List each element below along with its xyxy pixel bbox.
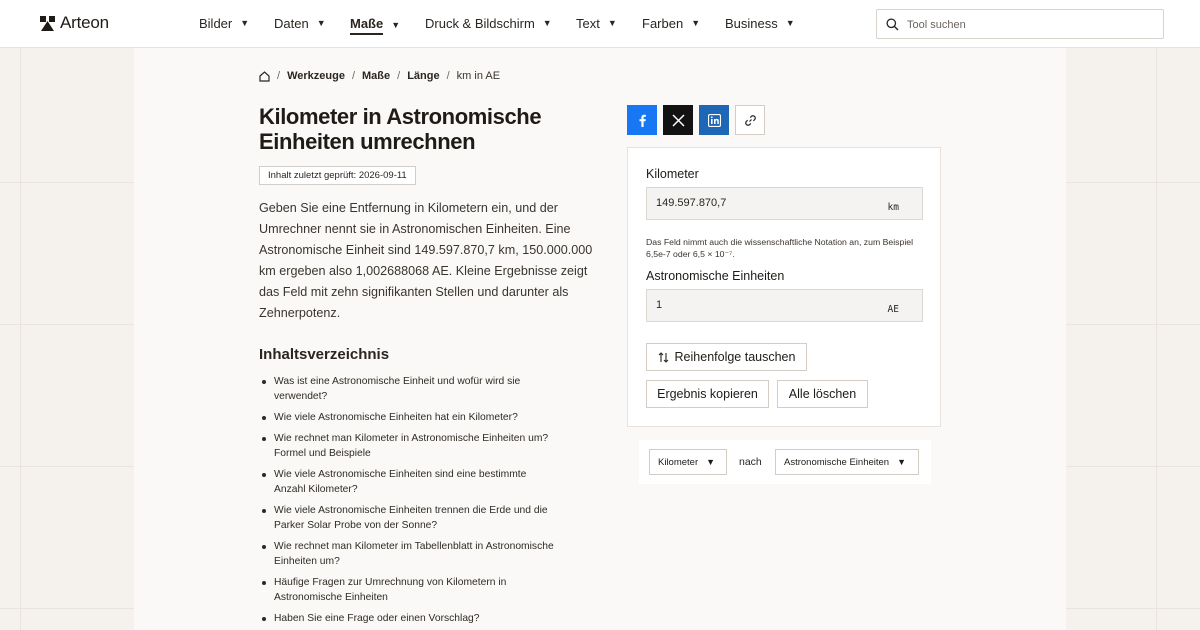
breadcrumb-masse[interactable]: Maße: [362, 70, 390, 82]
to-field-label: Astronomische Einheiten: [646, 269, 785, 283]
kilometer-input[interactable]: [656, 197, 856, 209]
nav-druck-bildschirm[interactable]: Druck & Bildschirm ▼: [425, 16, 552, 31]
logo[interactable]: Arteon: [39, 13, 109, 33]
nav-label: Daten: [274, 16, 309, 31]
nav-bilder[interactable]: Bilder ▼: [199, 16, 249, 31]
caret-down-icon: ▼: [897, 457, 907, 467]
intro-text: Geben Sie eine Entfernung in Kilometern …: [259, 201, 593, 320]
nav-business[interactable]: Business ▼: [725, 16, 795, 31]
nav-label: Business: [725, 16, 778, 31]
caret-down-icon: ▼: [706, 457, 716, 467]
breadcrumb-separator: /: [277, 70, 281, 82]
caret-down-icon: ▼: [391, 20, 401, 30]
nav-farben[interactable]: Farben ▼: [642, 16, 700, 31]
breadcrumb-separator: /: [446, 70, 450, 82]
caret-down-icon: ▼: [542, 18, 552, 28]
search-input[interactable]: [907, 14, 1157, 36]
facebook-icon: [639, 114, 646, 127]
to-unit-value: Astronomische Einheiten: [784, 456, 890, 468]
ae-input[interactable]: [656, 299, 856, 311]
km-unit-label: km: [887, 202, 899, 213]
kilometer-field[interactable]: km: [646, 187, 923, 220]
caret-down-icon: ▼: [607, 18, 617, 28]
swap-order-label: Reihenfolge tauschen: [674, 350, 796, 364]
logo-icon: [40, 15, 55, 31]
site-header: Arteon Bilder ▼ Daten ▼ Maße ▼ Druck & B…: [0, 0, 1200, 48]
search-box[interactable]: [876, 9, 1164, 39]
caret-down-icon: ▼: [691, 18, 701, 28]
breadcrumb: / Werkzeuge / Maße / Länge / km in AE: [259, 70, 500, 82]
swap-order-button[interactable]: Reihenfolge tauschen: [646, 343, 807, 371]
link-icon: [744, 114, 756, 126]
caret-down-icon: ▼: [785, 18, 795, 28]
nav-label: Farben: [642, 16, 684, 31]
breadcrumb-separator: /: [351, 70, 355, 82]
share-x-button[interactable]: [663, 105, 693, 135]
breadcrumb-current: km in AE: [456, 70, 501, 82]
nav-masse[interactable]: Maße ▼: [350, 16, 400, 35]
caret-down-icon: ▼: [240, 18, 250, 28]
toc-item[interactable]: Wie rechnet man Kilometer im Tabellenbla…: [259, 539, 584, 569]
nav-label: Bilder: [199, 16, 233, 31]
clear-all-button[interactable]: Alle löschen: [777, 380, 868, 408]
share-linkedin-button[interactable]: [699, 105, 729, 135]
nav-text[interactable]: Text ▼: [576, 16, 617, 31]
x-icon: [671, 113, 685, 127]
logo-text: Arteon: [60, 13, 109, 32]
swap-arrows-icon: [658, 351, 668, 363]
breadcrumb-werkzeuge[interactable]: Werkzeuge: [287, 70, 345, 82]
toc-list: Was ist eine Astronomische Einheit und w…: [259, 374, 589, 630]
from-unit-select[interactable]: Kilometer ▼: [649, 449, 727, 475]
copy-result-button[interactable]: Ergebnis kopieren: [646, 380, 769, 408]
page-title: Kilometer in Astronomische Einheiten umr…: [259, 104, 542, 154]
home-icon[interactable]: [259, 70, 270, 82]
copy-link-button[interactable]: [735, 105, 765, 135]
breadcrumb-separator: /: [397, 70, 401, 82]
toc-item[interactable]: Was ist eine Astronomische Einheit und w…: [259, 374, 529, 404]
nav-daten[interactable]: Daten ▼: [274, 16, 326, 31]
caret-down-icon: ▼: [316, 18, 326, 28]
from-field-label: Kilometer: [646, 167, 699, 181]
to-unit-select[interactable]: Astronomische Einheiten ▼: [775, 449, 919, 475]
ae-unit-label: AE: [887, 304, 899, 315]
ae-field[interactable]: AE: [646, 289, 923, 322]
breadcrumb-laenge[interactable]: Länge: [407, 70, 439, 82]
toc-title: Inhaltsverzeichnis: [259, 346, 390, 363]
toc-item[interactable]: Wie viele Astronomische Einheiten hat ei…: [259, 410, 589, 425]
from-unit-value: Kilometer: [658, 456, 699, 468]
toc-item[interactable]: Häufige Fragen zur Umrechnung von Kilome…: [259, 575, 529, 605]
notation-hint: Das Feld nimmt auch die wissenschaftlich…: [646, 237, 914, 259]
linkedin-icon: [707, 113, 721, 127]
toc-item[interactable]: Wie viele Astronomische Einheiten trenne…: [259, 503, 577, 533]
nav-label: Druck & Bildschirm: [425, 16, 535, 31]
toc-item[interactable]: Wie viele Astronomische Einheiten sind e…: [259, 467, 559, 497]
last-checked-badge: Inhalt zuletzt geprüft: 2026-09-11: [259, 166, 416, 185]
share-facebook-button[interactable]: [627, 105, 657, 135]
search-icon: [886, 18, 899, 31]
unit-joiner: nach: [739, 456, 762, 468]
toc-item[interactable]: Wie rechnet man Kilometer in Astronomisc…: [259, 431, 577, 461]
toc-item[interactable]: Haben Sie eine Frage oder einen Vorschla…: [259, 611, 589, 626]
nav-label: Maße: [350, 16, 384, 35]
nav-label: Text: [576, 16, 600, 31]
